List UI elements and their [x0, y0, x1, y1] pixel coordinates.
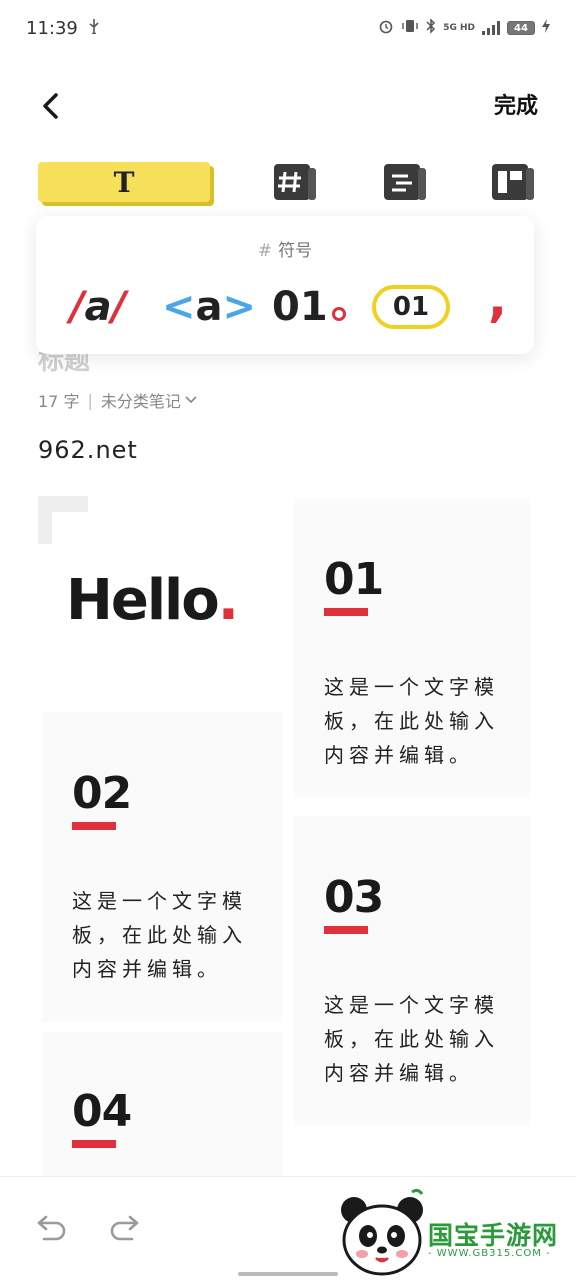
card-accent-bar: [324, 608, 368, 616]
template-tab[interactable]: [490, 162, 536, 202]
card-text: 这是一个文字模板，在此处输入内容并编辑。: [324, 993, 499, 1085]
home-indicator: [238, 1272, 338, 1276]
watermark-name: 国宝手游网: [428, 1221, 559, 1250]
top-bar: 完成: [0, 78, 576, 130]
symbol-tab[interactable]: [272, 162, 318, 202]
template-card-02[interactable]: 02 这是一个文字模板，在此处输入内容并编辑。: [42, 712, 282, 1022]
signal-icon: [482, 21, 500, 35]
card-accent-bar: [72, 822, 116, 830]
meta-separator: |: [87, 390, 93, 410]
usb-icon: [88, 18, 100, 38]
hash-icon: #: [257, 241, 273, 261]
card-number: 03: [324, 872, 384, 923]
redo-icon: [110, 1215, 139, 1241]
network-label: 5G HD: [443, 23, 475, 33]
card-text: 这是一个文字模板，在此处输入内容并编辑。: [72, 889, 247, 981]
charging-icon: [542, 19, 550, 37]
card-number: 02: [72, 768, 132, 819]
popup-title: # 符号: [257, 241, 313, 261]
undo-button[interactable]: [34, 1211, 70, 1247]
symbol-comma[interactable]: ,: [488, 270, 507, 328]
redo-button[interactable]: [106, 1211, 142, 1247]
template-card-03[interactable]: 03 这是一个文字模板，在此处输入内容并编辑。: [294, 816, 530, 1126]
hash-block-icon: [274, 164, 316, 200]
status-time: 11:39: [26, 17, 78, 39]
word-count: 17 字: [38, 392, 80, 411]
symbol-angle-a[interactable]: < a >: [162, 282, 256, 332]
ring-dot-icon: [331, 307, 346, 321]
layout-block-icon: [492, 164, 534, 200]
card-text: 这是一个文字模板，在此处输入内容并编辑。: [324, 675, 499, 767]
done-button[interactable]: 完成: [494, 88, 538, 120]
watermark-url: - WWW.GB315.COM -: [428, 1248, 551, 1259]
note-body-text[interactable]: 962.net: [38, 436, 138, 464]
symbol-slash-a[interactable]: / a /: [70, 282, 126, 332]
card-number: 01: [324, 554, 384, 605]
chevron-left-icon: [43, 93, 58, 119]
template-card-04[interactable]: 04: [42, 1032, 282, 1176]
site-watermark: 国宝手游网 - WWW.GB315.COM -: [324, 1186, 576, 1280]
battery-icon: 44: [507, 21, 535, 35]
chevron-down-icon: [185, 396, 197, 404]
back-button[interactable]: [30, 86, 70, 126]
symbol-01-pill[interactable]: 01: [372, 285, 450, 329]
card-number: 04: [72, 1086, 132, 1137]
status-bar: 11:39 5G HD 44: [0, 0, 576, 56]
category-selector[interactable]: 未分类笔记: [101, 388, 197, 412]
undo-icon: [37, 1215, 66, 1241]
text-style-tab[interactable]: T: [38, 162, 210, 202]
card-accent-bar: [324, 926, 368, 934]
bluetooth-icon: [426, 18, 436, 38]
panda-logo-icon: [341, 1188, 424, 1276]
symbol-01-dot[interactable]: 01: [272, 282, 346, 332]
alarm-icon: [378, 18, 394, 38]
corner-decoration: [38, 496, 88, 544]
hello-heading[interactable]: Hello.: [66, 568, 239, 633]
card-accent-bar: [72, 1140, 116, 1148]
format-toolbar: T: [0, 158, 576, 208]
note-meta: 17 字 | 未分类笔记: [38, 388, 197, 412]
align-block-icon: [384, 164, 426, 200]
paragraph-tab[interactable]: [382, 162, 428, 202]
template-card-01[interactable]: 01 这是一个文字模板，在此处输入内容并编辑。: [294, 498, 530, 798]
symbols-popup: # 符号 / a / < a > 01 01 ,: [36, 216, 534, 354]
vibrate-icon: [401, 19, 419, 37]
